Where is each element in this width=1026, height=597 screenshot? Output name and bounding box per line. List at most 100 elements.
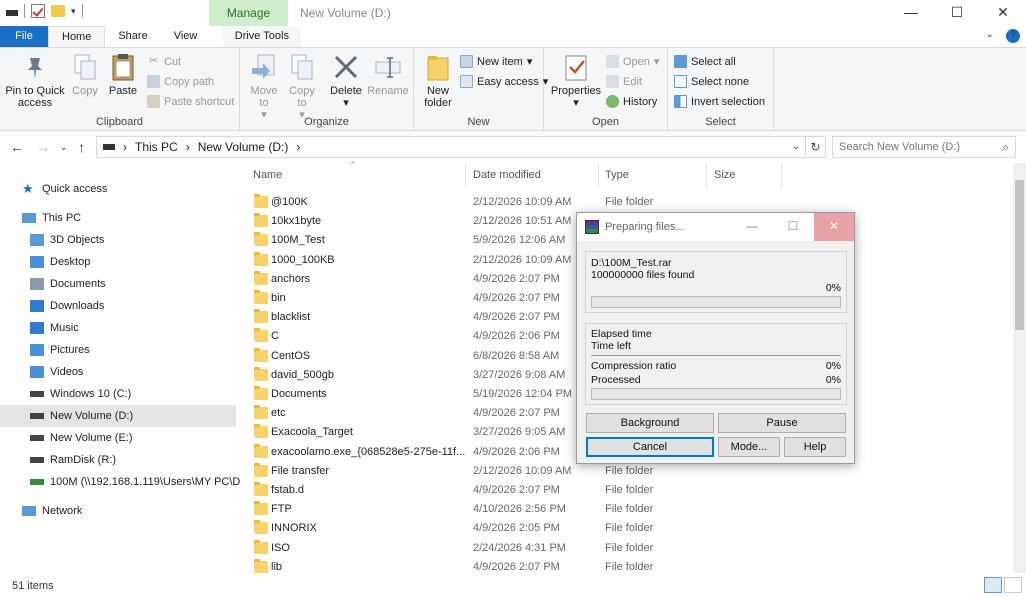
nav-item[interactable]: 100M (\\192.168.1.119\Users\MY PC\D: [0, 471, 240, 493]
breadcrumb-this-pc[interactable]: This PC: [135, 140, 178, 154]
file-row[interactable]: FTP 4/10/2026 2:56 PM File folder: [246, 500, 776, 519]
dialog-minimize-button[interactable]: —: [732, 213, 772, 241]
column-header-date[interactable]: Date modified: [473, 163, 541, 187]
file-row[interactable]: INNORIX 4/9/2026 2:05 PM File folder: [246, 519, 776, 538]
scrollbar-thumb[interactable]: [1015, 180, 1024, 330]
background-button[interactable]: Background: [586, 413, 714, 433]
nav-item[interactable]: Videos: [0, 361, 236, 383]
tab-drive-tools[interactable]: Drive Tools: [222, 26, 302, 47]
nav-item[interactable]: New Volume (E:): [0, 427, 236, 449]
file-row[interactable]: File transfer 2/12/2026 10:09 AM File fold…: [246, 462, 776, 481]
forward-icon[interactable]: →: [36, 139, 50, 155]
column-divider[interactable]: [781, 163, 782, 187]
column-header-type[interactable]: Type: [605, 163, 629, 187]
nav-item[interactable]: Music: [0, 317, 236, 339]
paste-button[interactable]: Paste: [104, 52, 142, 97]
details-view-icon[interactable]: [984, 577, 1002, 593]
nav-item[interactable]: Desktop: [0, 251, 236, 273]
search-input[interactable]: Search New Volume (D:) ⌕: [832, 136, 1016, 158]
nav-item[interactable]: Documents: [0, 273, 236, 295]
tab-file[interactable]: File: [0, 26, 48, 47]
back-icon[interactable]: ←: [10, 139, 24, 155]
tab-share[interactable]: Share: [105, 26, 160, 47]
close-button[interactable]: ✕: [980, 0, 1026, 26]
breadcrumb-chevron-icon[interactable]: ›: [296, 140, 300, 154]
archive-path: D:\100M_Test.rar: [591, 257, 672, 269]
breadcrumb-new-volume[interactable]: New Volume (D:): [198, 140, 289, 154]
breadcrumb-chevron-icon[interactable]: ›: [123, 140, 127, 154]
tab-manage[interactable]: Manage: [209, 0, 288, 26]
refresh-icon[interactable]: ↻: [806, 136, 826, 158]
properties-qat-icon[interactable]: [31, 4, 45, 18]
downloads-icon: [30, 300, 44, 312]
dialog-close-button[interactable]: ✕: [814, 213, 854, 241]
file-row[interactable]: ISO 2/24/2026 4:31 PM File folder: [246, 539, 776, 558]
column-divider[interactable]: [598, 163, 599, 187]
dialog-maximize-button[interactable]: ☐: [773, 213, 813, 241]
new-folder-button[interactable]: New folder: [418, 52, 458, 109]
properties-button[interactable]: Properties ▾: [550, 52, 602, 109]
mode-button[interactable]: Mode...: [718, 437, 780, 457]
select-all-icon: [674, 55, 687, 68]
paste-shortcut-button[interactable]: Paste shortcut: [147, 95, 234, 108]
select-none-button[interactable]: Select none: [674, 75, 749, 88]
select-all-button[interactable]: Select all: [674, 55, 736, 68]
history-button[interactable]: History: [606, 95, 657, 108]
new-item-button[interactable]: New item ▾: [460, 55, 532, 68]
breadcrumb-chevron-icon[interactable]: ›: [186, 140, 190, 154]
delete-button[interactable]: Delete ▾: [328, 52, 364, 109]
file-row[interactable]: @100K 2/12/2026 10:09 AM File folder: [246, 193, 776, 212]
invert-selection-icon: [674, 95, 687, 108]
pause-button[interactable]: Pause: [718, 413, 846, 433]
file-row[interactable]: fstab.d 4/9/2026 2:07 PM File folder: [246, 481, 776, 500]
help-icon[interactable]: ?: [1006, 29, 1020, 43]
cut-button[interactable]: ✂ Cut: [147, 55, 181, 68]
new-folder-qat-icon[interactable]: [51, 5, 65, 17]
column-divider[interactable]: [706, 163, 707, 187]
pictures-icon: [30, 344, 44, 356]
expand-ribbon-icon[interactable]: ⌄: [986, 29, 994, 43]
nav-item[interactable]: RamDisk (R:): [0, 449, 236, 471]
nav-quick-access[interactable]: ★ Quick access: [0, 178, 236, 200]
copy-path-button[interactable]: Copy path: [147, 75, 214, 88]
recent-locations-icon[interactable]: ⌄: [60, 142, 68, 153]
rename-button[interactable]: Rename: [366, 52, 410, 97]
help-button[interactable]: Help: [784, 437, 846, 457]
move-to-button[interactable]: Move to ▾: [246, 52, 282, 121]
file-row[interactable]: lib 4/9/2026 2:07 PM File folder: [246, 558, 776, 577]
nav-network[interactable]: Network: [0, 500, 236, 522]
easy-access-button[interactable]: Easy access ▾: [460, 75, 548, 88]
tab-view[interactable]: View: [161, 26, 211, 47]
open-button[interactable]: Open ▾: [606, 55, 659, 68]
address-dropdown-icon[interactable]: ⌄: [786, 136, 806, 158]
tab-home[interactable]: Home: [48, 26, 106, 47]
nav-item[interactable]: Pictures: [0, 339, 236, 361]
nav-item[interactable]: New Volume (D:): [0, 405, 236, 427]
maximize-button[interactable]: ☐: [934, 0, 980, 26]
nav-item[interactable]: Windows 10 (C:): [0, 383, 236, 405]
column-header-size[interactable]: Size: [714, 163, 735, 187]
nav-item[interactable]: Downloads: [0, 295, 236, 317]
up-icon[interactable]: ↑: [78, 139, 85, 155]
copy-to-button[interactable]: Copy to ▾: [284, 52, 320, 121]
history-icon: [606, 95, 619, 108]
properties-label: Properties: [550, 85, 602, 97]
address-bar[interactable]: › This PC › New Volume (D:) ›: [96, 136, 806, 158]
pin-to-quick-access-button[interactable]: Pin to Quick access: [4, 52, 66, 109]
file-date: 4/9/2026 2:06 PM: [473, 330, 560, 343]
folder-icon: [254, 520, 268, 535]
folder-icon: [254, 251, 268, 266]
nav-this-pc[interactable]: This PC: [0, 207, 236, 229]
copy-button[interactable]: Copy: [68, 52, 102, 97]
column-divider[interactable]: [465, 163, 466, 187]
nav-item[interactable]: 3D Objects: [0, 229, 236, 251]
network-drive-icon: [30, 479, 44, 485]
qat-customize-icon[interactable]: ▾: [71, 6, 76, 17]
column-header-name[interactable]: Name: [253, 163, 282, 187]
large-icons-view-icon[interactable]: [1004, 577, 1022, 593]
cancel-button[interactable]: Cancel: [586, 437, 714, 457]
files-found: 100000000 files found: [591, 269, 695, 281]
edit-button[interactable]: Edit: [606, 75, 642, 88]
invert-selection-button[interactable]: Invert selection: [674, 95, 765, 108]
minimize-button[interactable]: —: [888, 0, 934, 26]
